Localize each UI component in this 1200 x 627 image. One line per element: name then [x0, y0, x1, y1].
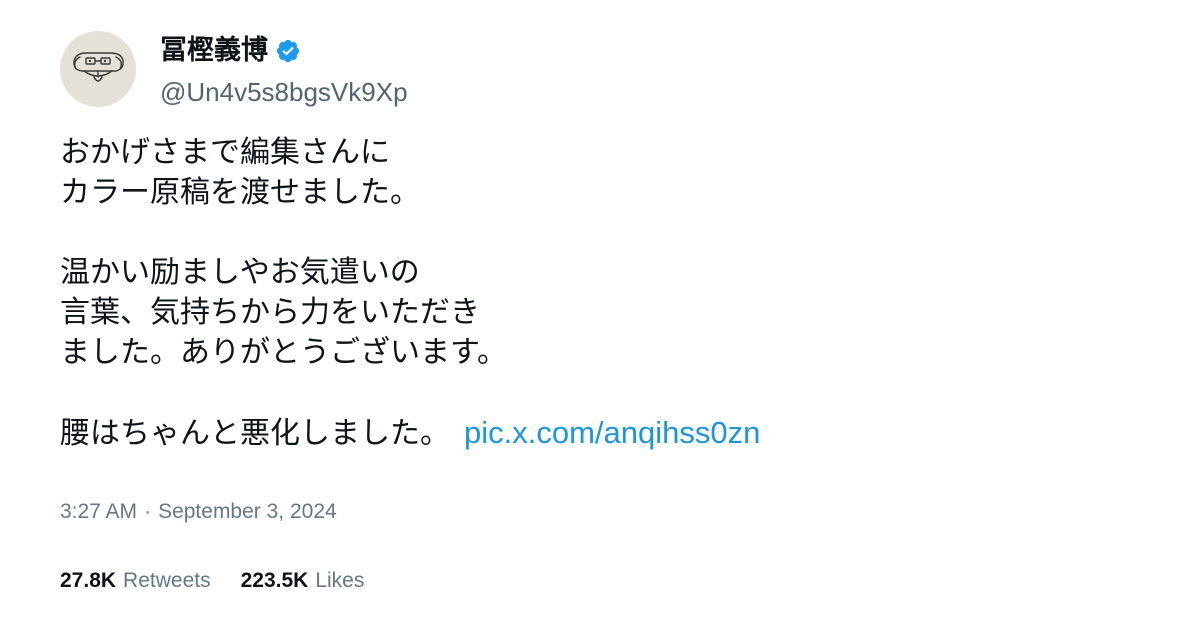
tweet-media-link[interactable]: pic.x.com/anqihss0zn	[464, 415, 760, 450]
likes-count: 223.5K	[240, 569, 309, 592]
author-display-name[interactable]: 冨樫義博	[160, 34, 268, 68]
tweet-line: カラー原稿を渡せました。	[60, 175, 420, 210]
author-handle[interactable]: @Un4v5s8bgsVk9Xp	[160, 76, 408, 108]
likes-stat[interactable]: 223.5K Likes	[241, 568, 365, 594]
author-name-row: 冨樫義博	[160, 34, 301, 68]
tweet-line: おかげさまで編集さんに	[60, 135, 390, 170]
tweet-timestamp[interactable]: 3:27 AM · September 3, 2024	[60, 499, 337, 525]
dog-sketch-avatar-icon	[60, 31, 136, 107]
likes-label: Likes	[315, 569, 365, 592]
retweets-label: Retweets	[123, 569, 211, 592]
avatar[interactable]	[60, 31, 136, 107]
retweets-stat[interactable]: 27.8K Retweets	[60, 568, 211, 594]
retweets-count: 27.8K	[60, 569, 117, 592]
tweet-line: 言葉、気持ちから力をいただき	[60, 295, 480, 330]
verified-badge-icon	[275, 38, 301, 64]
tweet-line-last: 腰はちゃんと悪化しました。 pic.x.com/anqihss0zn	[60, 413, 1160, 454]
tweet-date: September 3, 2024	[158, 500, 337, 523]
tweet-time: 3:27 AM	[60, 500, 138, 523]
timestamp-separator: ·	[144, 500, 152, 523]
tweet-last-text: 腰はちゃんと悪化しました。	[60, 416, 450, 451]
tweet-line: ました。ありがとうございます。	[60, 335, 507, 370]
tweet-stats: 27.8K Retweets 223.5K Likes	[60, 568, 394, 594]
tweet-text: おかげさまで編集さんに カラー原稿を渡せました。 温かい励ましやお気遣いの 言葉…	[60, 133, 1160, 454]
tweet-line: 温かい励ましやお気遣いの	[60, 255, 420, 290]
